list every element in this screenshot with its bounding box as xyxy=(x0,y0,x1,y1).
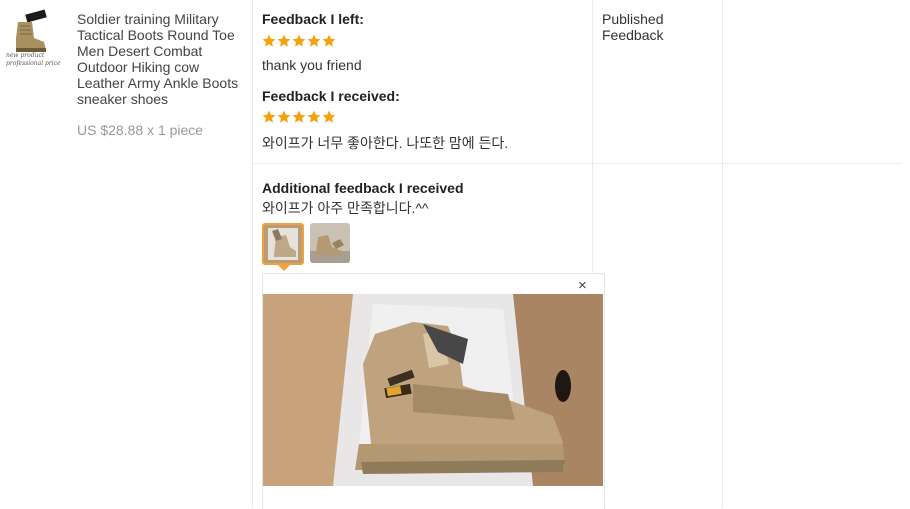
feedback-received-heading: Feedback I received: xyxy=(262,88,400,104)
star-icon xyxy=(262,34,276,47)
row-divider xyxy=(252,163,902,164)
feedback-photo-large[interactable] xyxy=(263,294,603,486)
additional-feedback-heading: Additional feedback I received xyxy=(262,180,464,196)
star-icon xyxy=(262,110,276,123)
feedback-left-text: thank you friend xyxy=(262,57,362,73)
feedback-left-rating xyxy=(262,34,336,50)
product-price: US $28.88 x 1 piece xyxy=(77,122,204,138)
star-icon xyxy=(322,34,336,47)
star-icon xyxy=(277,34,291,47)
star-icon xyxy=(307,110,321,123)
feedback-left-heading: Feedback I left: xyxy=(262,11,364,27)
column-divider xyxy=(252,0,253,508)
star-icon xyxy=(322,110,336,123)
close-icon[interactable]: × xyxy=(578,278,587,294)
star-icon xyxy=(292,34,306,47)
feedback-status: Published Feedback xyxy=(602,11,664,43)
star-icon xyxy=(307,34,321,47)
star-icon xyxy=(277,110,291,123)
thumbnail-caption: new product professional price xyxy=(6,52,61,67)
star-icon xyxy=(292,110,306,123)
feedback-photo-thumb[interactable] xyxy=(310,223,350,263)
product-title-link[interactable]: Soldier training Military Tactical Boots… xyxy=(77,11,245,107)
selected-thumb-pointer xyxy=(277,264,291,271)
feedback-received-rating xyxy=(262,110,336,126)
additional-feedback-text: 와이프가 아주 만족합니다.^^ xyxy=(262,200,429,216)
column-divider xyxy=(722,0,723,508)
feedback-received-text: 와이프가 너무 좋아한다. 나또한 맘에 든다. xyxy=(262,135,509,151)
feedback-photo-thumb-selected[interactable] xyxy=(262,223,304,265)
